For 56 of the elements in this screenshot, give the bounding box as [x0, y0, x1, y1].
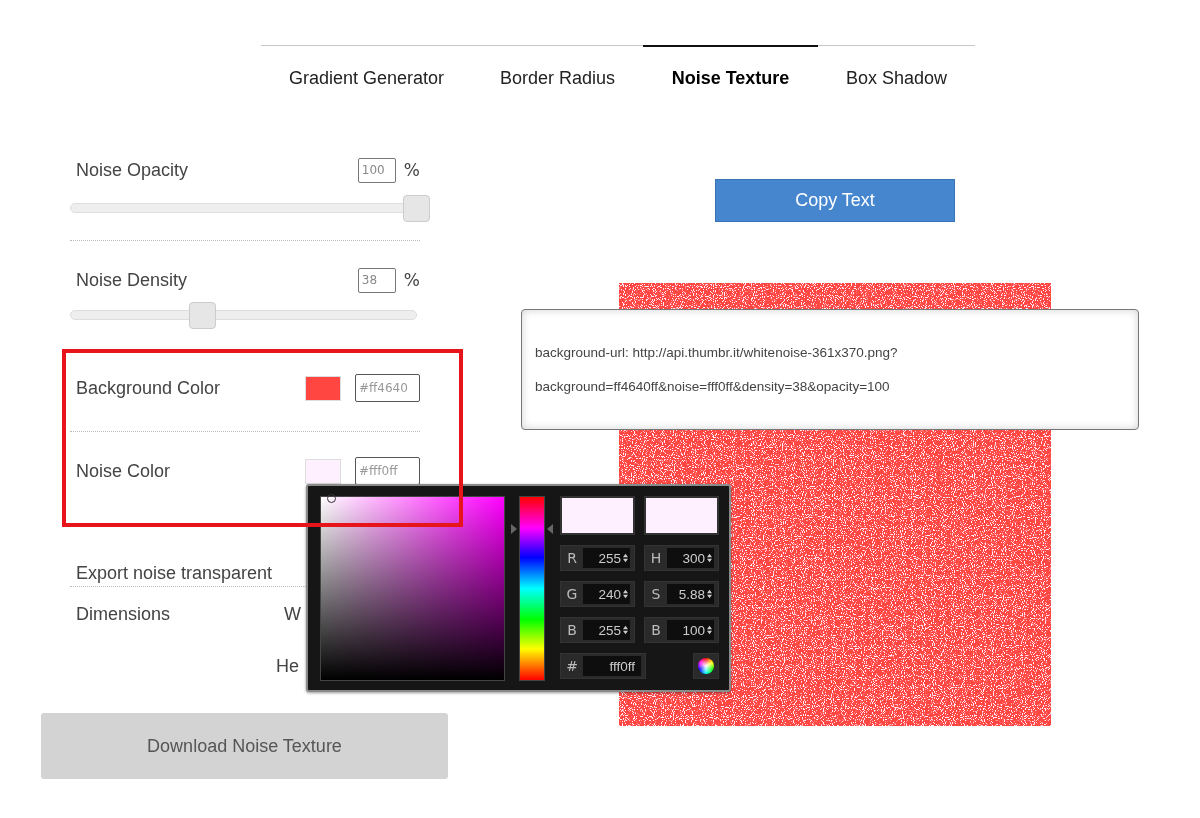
tab[interactable]: Gradient Generator: [261, 45, 472, 110]
value-field[interactable]: H 300: [644, 545, 719, 571]
spinner-icon[interactable]: [623, 589, 628, 599]
slider-thumb[interactable]: [189, 301, 217, 329]
slider-thumb[interactable]: [403, 194, 430, 222]
copy-button[interactable]: Copy Text: [715, 179, 955, 222]
pointer-icon: [511, 524, 517, 534]
field-value: fff0ff: [609, 658, 635, 674]
control-label: Noise Color: [75, 460, 171, 482]
code-text: background=ff4640ff&noise=fff0ff&density=38&opacity=100: [535, 378, 891, 396]
spinner-icon[interactable]: [707, 625, 712, 635]
field-value: 255: [598, 550, 621, 566]
field-label: B: [566, 622, 578, 638]
value-field[interactable]: R 255: [560, 545, 635, 571]
number-field[interactable]: 38: [357, 267, 396, 293]
field-label: He: [276, 655, 299, 677]
color-swatch[interactable]: [305, 458, 341, 484]
spinner-icon[interactable]: [623, 553, 628, 563]
hue-bar[interactable]: [519, 496, 545, 681]
field-value: 300: [682, 550, 705, 566]
field-label: R: [566, 550, 578, 566]
tab[interactable]: Noise Texture: [643, 45, 818, 110]
color-swatch[interactable]: [305, 375, 341, 401]
field-value: 100: [682, 622, 705, 638]
field-label: H: [649, 550, 663, 566]
control-label: Dimensions: [75, 603, 171, 625]
download-button[interactable]: Download Noise Texture: [41, 713, 448, 779]
tab[interactable]: Border Radius: [472, 45, 643, 110]
value-field[interactable]: B 255: [560, 617, 635, 643]
field-value: 255: [598, 622, 621, 638]
field-label: W: [284, 603, 302, 625]
field-label: B: [650, 622, 662, 638]
unit-label: %: [403, 270, 420, 290]
control-label: Noise Density: [75, 269, 188, 291]
color-wheel-button[interactable]: [693, 653, 719, 679]
field-value: 240: [598, 586, 621, 602]
field-label: G: [565, 586, 579, 602]
unit-label: %: [403, 160, 420, 180]
value-field[interactable]: S 5.88: [644, 581, 719, 607]
pointer-icon: [547, 524, 553, 534]
value-field[interactable]: G 240: [560, 581, 635, 607]
tab[interactable]: Box Shadow: [818, 45, 975, 110]
code-text: background-url: http://api.thumbr.it/whitenoise-361x370.png?: [535, 344, 899, 362]
hex-field[interactable]: # fff0ff: [560, 653, 646, 679]
control-label: Noise Opacity: [75, 159, 189, 181]
value-field[interactable]: B 100: [644, 617, 719, 643]
number-field[interactable]: 100: [357, 157, 396, 183]
spinner-icon[interactable]: [623, 625, 628, 635]
saturation-square[interactable]: [320, 496, 505, 681]
field-label: S: [650, 586, 662, 602]
field-label: #: [565, 658, 579, 674]
field-value: 5.88: [678, 586, 705, 602]
control-label: Background Color: [75, 377, 221, 399]
color-wheel-icon: [698, 658, 714, 674]
spinner-icon[interactable]: [707, 589, 712, 599]
spinner-icon[interactable]: [707, 553, 712, 563]
